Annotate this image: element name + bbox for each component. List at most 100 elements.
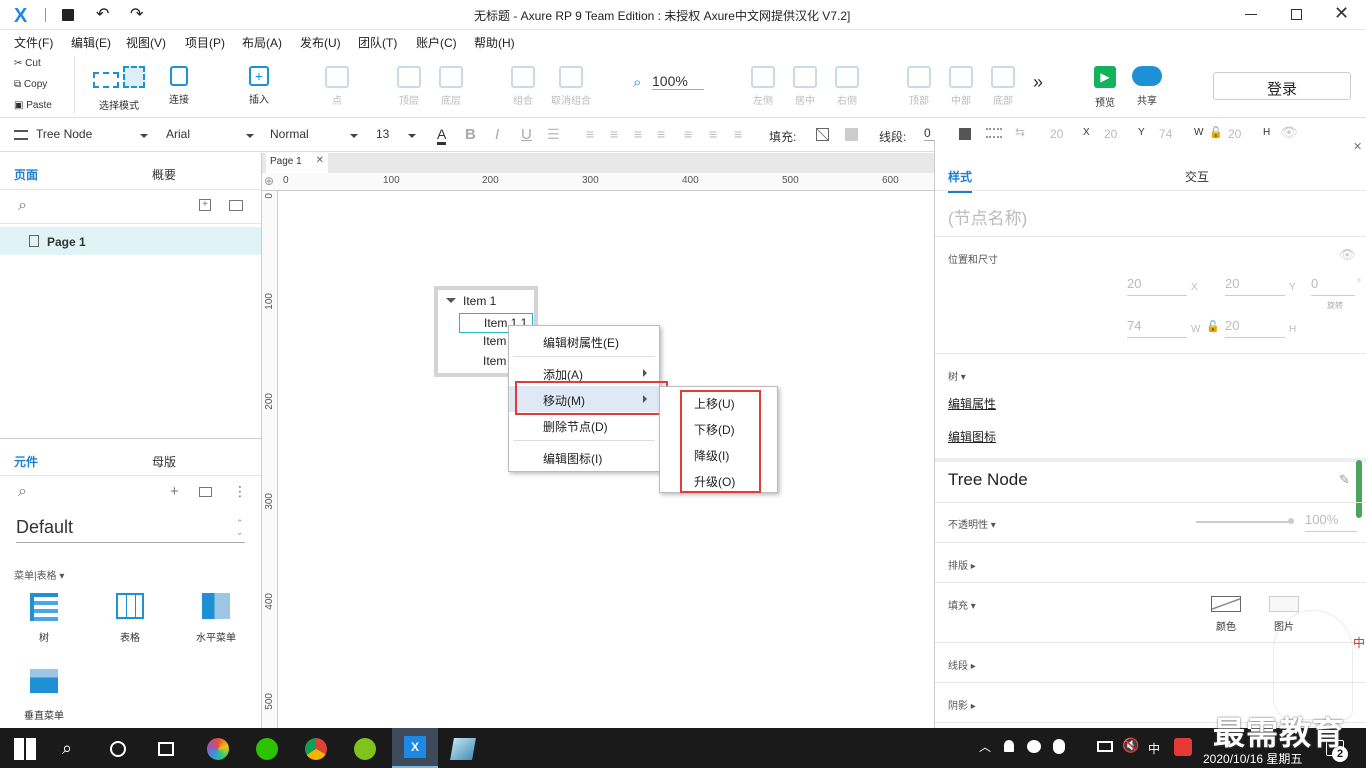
- green-app-icon[interactable]: [354, 738, 376, 760]
- style-select[interactable]: Tree Node: [14, 124, 148, 146]
- tray-bell-icon[interactable]: [1004, 740, 1014, 752]
- rotation-input[interactable]: 0: [1311, 276, 1355, 296]
- line-width-input[interactable]: 0: [924, 126, 940, 141]
- menu-file[interactable]: 文件(F): [14, 34, 53, 51]
- search-icon[interactable]: ⌕: [18, 197, 27, 215]
- edit-icon-link[interactable]: 编辑图标: [948, 428, 996, 445]
- close-tab-icon[interactable]: ✕: [316, 155, 324, 166]
- shadow-section-label[interactable]: 阴影 ▸: [948, 697, 976, 712]
- save-icon[interactable]: [62, 9, 74, 21]
- expand-triangle-icon[interactable]: [446, 298, 456, 308]
- preview-button[interactable]: ▶ 预览: [1090, 66, 1120, 109]
- tab-masters[interactable]: 母版: [152, 453, 176, 470]
- menu-edit[interactable]: 编辑(E): [71, 34, 111, 51]
- close-panel-icon[interactable]: ✕: [1353, 140, 1362, 153]
- panel-scrollbar[interactable]: [1356, 460, 1362, 518]
- menu-delete-node[interactable]: 删除节点(D): [509, 412, 659, 438]
- maximize-button[interactable]: [1291, 9, 1302, 20]
- cut-button[interactable]: ✂ Cut: [14, 58, 41, 69]
- add-page-icon[interactable]: +: [199, 199, 211, 211]
- axure-taskbar-item[interactable]: X: [392, 728, 438, 768]
- library-select[interactable]: Default: [16, 517, 245, 543]
- library-options-icon[interactable]: [199, 487, 212, 497]
- edit-style-icon[interactable]: ✎: [1339, 472, 1350, 488]
- tree-node[interactable]: Item: [483, 354, 506, 368]
- bring-to-top-button[interactable]: 顶层: [394, 66, 424, 107]
- add-library-icon[interactable]: +: [170, 483, 179, 500]
- visibility-eye-icon[interactable]: 👁: [1339, 247, 1356, 263]
- tab-interaction[interactable]: 交互: [1185, 168, 1209, 185]
- page-tab[interactable]: Page 1 ✕: [266, 153, 328, 173]
- underline-icon[interactable]: U: [521, 126, 532, 143]
- justify-text-icon[interactable]: ≡: [657, 126, 665, 142]
- lock-icon[interactable]: 🔓: [1209, 126, 1223, 139]
- select-mode-button[interactable]: 选择模式: [86, 66, 152, 112]
- tray-wechat-icon[interactable]: [1027, 740, 1041, 753]
- share-button[interactable]: 共享: [1130, 66, 1164, 107]
- align-center-button[interactable]: 居中: [790, 66, 820, 107]
- page-list-item[interactable]: Page 1: [0, 227, 261, 255]
- bold-icon[interactable]: B: [465, 126, 476, 143]
- valign-middle-icon[interactable]: ≡: [709, 126, 717, 142]
- align-right-text-icon[interactable]: ≡: [634, 126, 642, 142]
- zoom-select[interactable]: 100%: [652, 73, 704, 90]
- line-color-swatch[interactable]: [959, 128, 971, 140]
- align-middle-button[interactable]: 中部: [946, 66, 976, 107]
- font-weight-select[interactable]: Normal: [270, 124, 358, 146]
- tray-chevron-icon[interactable]: ︿: [979, 738, 991, 755]
- insert-button[interactable]: + 插入: [242, 66, 276, 106]
- menu-help[interactable]: 帮助(H): [474, 34, 515, 51]
- menu-edit-icon[interactable]: 编辑图标(I): [509, 444, 659, 470]
- align-right-button[interactable]: 右侧: [832, 66, 862, 107]
- wechat-icon[interactable]: [256, 738, 278, 760]
- line-section-label[interactable]: 线段 ▸: [948, 657, 976, 672]
- fill-section-label[interactable]: 填充 ▾: [948, 597, 976, 612]
- text-color-icon[interactable]: A: [437, 126, 447, 145]
- font-size-select[interactable]: 13: [376, 124, 416, 146]
- menu-publish[interactable]: 发布(U): [300, 34, 341, 51]
- tray-sogou-icon[interactable]: [1174, 738, 1192, 756]
- align-top-button[interactable]: 顶部: [904, 66, 934, 107]
- tray-qq-icon[interactable]: [1053, 739, 1065, 754]
- node-name-input[interactable]: (节点名称): [948, 204, 1027, 229]
- windows-start-icon[interactable]: [14, 738, 36, 760]
- undo-icon[interactable]: ↶: [96, 4, 109, 24]
- menu-team[interactable]: 团队(T): [358, 34, 397, 51]
- x-input[interactable]: 20: [1127, 276, 1187, 296]
- menu-layout[interactable]: 布局(A): [242, 34, 282, 51]
- more-tools-button[interactable]: »: [1033, 72, 1043, 93]
- widget-vertical-menu[interactable]: 垂直菜单: [18, 669, 70, 722]
- tray-volume-icon[interactable]: 🔇: [1122, 737, 1139, 754]
- tab-pages[interactable]: 页面: [14, 166, 38, 183]
- group-button[interactable]: 组合: [508, 66, 538, 107]
- redo-icon[interactable]: ↷: [130, 4, 143, 24]
- valign-bottom-icon[interactable]: ≡: [734, 126, 742, 142]
- opacity-input[interactable]: 100%: [1305, 512, 1357, 532]
- point-button[interactable]: 点: [322, 66, 352, 107]
- align-left-text-icon[interactable]: ≡: [586, 126, 594, 142]
- fill-image-swatch[interactable]: [845, 128, 858, 141]
- tab-outline[interactable]: 概要: [152, 166, 176, 183]
- fill-color-swatch[interactable]: [816, 128, 829, 141]
- widget-tree[interactable]: 树: [18, 593, 70, 644]
- paste-button[interactable]: ▣ Paste: [14, 100, 52, 111]
- tab-widgets[interactable]: 元件: [14, 453, 38, 470]
- valign-top-icon[interactable]: ≡: [684, 126, 692, 142]
- list-icon[interactable]: ☰: [547, 126, 560, 143]
- widget-horizontal-menu[interactable]: 水平菜单: [190, 593, 242, 644]
- arrow-style-icon[interactable]: ⇆: [1015, 125, 1025, 139]
- line-pattern-icon[interactable]: [986, 128, 1002, 138]
- login-button[interactable]: 登录: [1213, 72, 1351, 100]
- connect-button[interactable]: 连接: [162, 66, 196, 106]
- opacity-slider-handle[interactable]: [1288, 518, 1294, 524]
- panel-splitter[interactable]: [0, 438, 261, 439]
- format-y-input[interactable]: 74: [1159, 127, 1172, 141]
- align-left-button[interactable]: 左侧: [748, 66, 778, 107]
- more-options-icon[interactable]: ⋮: [233, 483, 247, 500]
- tray-network-icon[interactable]: [1097, 741, 1113, 752]
- menu-view[interactable]: 视图(V): [126, 34, 166, 51]
- glass-app-icon[interactable]: [450, 738, 476, 760]
- tree-root-node[interactable]: Item 1: [463, 294, 496, 308]
- send-to-bottom-button[interactable]: 底层: [436, 66, 466, 107]
- add-folder-icon[interactable]: [229, 200, 243, 211]
